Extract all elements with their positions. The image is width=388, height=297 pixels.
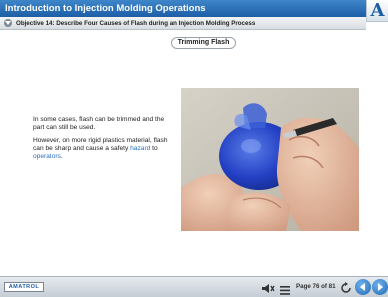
paragraph-2: However, on more rigid plastics material… bbox=[33, 137, 169, 161]
objective-text: Objective 14: Describe Four Causes of Fl… bbox=[16, 20, 256, 27]
operators-link[interactable]: operators bbox=[33, 153, 61, 160]
amatrol-logo: A bbox=[366, 0, 388, 22]
objective-bar[interactable]: Objective 14: Describe Four Causes of Fl… bbox=[0, 17, 366, 30]
reload-icon[interactable] bbox=[340, 281, 352, 297]
hazard-link[interactable]: hazard bbox=[130, 145, 150, 152]
slide-body: In some cases, flash can be trimmed and … bbox=[33, 116, 169, 166]
course-title: Introduction to Injection Molding Operat… bbox=[5, 3, 206, 14]
paragraph-2-end: . bbox=[60, 153, 63, 160]
mute-icon[interactable] bbox=[262, 281, 275, 297]
paragraph-2-mid: to bbox=[150, 145, 158, 152]
chevron-down-icon[interactable] bbox=[4, 19, 12, 27]
paragraph-1: In some cases, flash can be trimmed and … bbox=[33, 116, 165, 131]
slide-title: Trimming Flash bbox=[171, 37, 236, 49]
next-arrow-icon[interactable] bbox=[372, 279, 388, 295]
page-indicator: Page 76 of 81 bbox=[296, 283, 336, 290]
trimming-flash-photo bbox=[181, 88, 359, 231]
course-title-bar: Introduction to Injection Molding Operat… bbox=[0, 0, 388, 17]
back-arrow-icon[interactable] bbox=[355, 279, 371, 295]
amatrol-brand: AMATROL bbox=[4, 282, 44, 292]
menu-icon[interactable] bbox=[280, 282, 290, 297]
bottom-toolbar: AMATROL Page 76 of 81 bbox=[0, 276, 388, 297]
